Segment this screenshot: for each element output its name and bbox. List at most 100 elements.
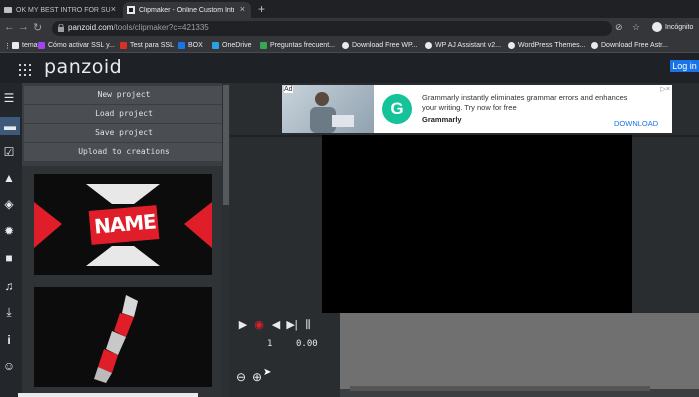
spiral-intro-preview [94, 295, 138, 383]
site-header: panzoid Log in [0, 53, 699, 83]
forward-icon[interactable]: → [18, 21, 29, 33]
bookmark-favicon-icon [212, 42, 219, 49]
bookmark-item[interactable]: Cómo activar SSL y... [38, 40, 115, 51]
step-forward-icon[interactable]: ▶| [286, 319, 298, 331]
apps-menu-icon[interactable] [19, 64, 31, 76]
music-icon[interactable]: ♫ [2, 279, 16, 293]
lock-icon [58, 24, 64, 32]
upload-creations-button[interactable]: Upload to creations [24, 143, 224, 161]
waveform-icon[interactable]: ⫼ [302, 319, 314, 331]
back-icon[interactable]: ← [4, 21, 15, 33]
folder-icon[interactable]: ▬ [0, 117, 20, 135]
tab-title: OK MY BEST INTRO FOR SURE C [16, 6, 111, 14]
bookmark-favicon-icon [591, 42, 598, 49]
time-readout: 0.00 [296, 339, 318, 349]
bookmark-label: Download Free WP... [352, 42, 418, 49]
frame-number: 1 [267, 339, 273, 349]
bookmark-item[interactable]: Download Free Astr... [591, 40, 668, 51]
load-project-button[interactable]: Load project [24, 105, 224, 123]
bookmark-item[interactable]: temas [12, 40, 41, 51]
zoom-out-icon[interactable]: ⊖ [236, 371, 249, 384]
close-tab-icon[interactable]: × [111, 4, 116, 14]
bookmarks-bar: ⋮⋮ temas Cómo activar SSL y... Test para… [0, 38, 699, 53]
menu-icon[interactable]: ☰ [2, 91, 16, 105]
tab-strip: OK MY BEST INTRO FOR SURE C × Clipmaker … [0, 0, 699, 18]
bookmark-label: Download Free Astr... [601, 42, 668, 49]
template-thumbnail[interactable]: NAME [34, 174, 212, 275]
url-field[interactable]: panzoid.com/tools/clipmaker?c=421335 [52, 21, 612, 36]
editor-area: Ad G Grammarly instantly eliminates gram… [230, 83, 699, 397]
preview-canvas[interactable] [322, 135, 632, 313]
new-project-button[interactable]: New project [24, 86, 224, 104]
bookmark-item[interactable]: WordPress Themes... [508, 40, 585, 51]
ad-brand: Grammarly [422, 115, 462, 124]
bookmark-item[interactable]: Test para SSL [120, 40, 174, 51]
bookmark-label: Cómo activar SSL y... [48, 42, 115, 49]
template-thumbnail[interactable] [34, 287, 212, 387]
bookmark-label: WP AJ Assistant v2... [435, 42, 502, 49]
new-tab-icon[interactable]: + [258, 2, 265, 16]
bookmark-favicon-icon [425, 42, 432, 49]
bookmark-item[interactable]: WP AJ Assistant v2... [425, 40, 501, 51]
volume-icon[interactable]: ◀ [270, 319, 282, 331]
bookmark-label: WordPress Themes... [518, 42, 586, 49]
cube-icon[interactable]: ◈ [2, 197, 16, 211]
playback-controls: ▶ ◉ ◀ ▶| ⫼ 1 0.00 ⊖ ⊕ ➤ [230, 313, 340, 397]
bookmark-favicon-icon [508, 42, 515, 49]
scrollbar-thumb[interactable] [223, 85, 229, 205]
bookmark-item[interactable]: Download Free WP... [342, 40, 418, 51]
bookmark-label: Preguntas frecuent... [270, 42, 335, 49]
smiley-icon[interactable]: ☺ [2, 359, 16, 373]
image-icon[interactable]: ▲ [2, 171, 16, 185]
timeline-scrollbar[interactable] [350, 386, 650, 391]
browser-window: OK MY BEST INTRO FOR SURE C × Clipmaker … [0, 0, 699, 397]
page-horizontal-scrollbar[interactable] [18, 393, 198, 397]
tab-title: Clipmaker - Online Custom Intro [139, 6, 234, 14]
play-icon[interactable]: ▶ [237, 319, 249, 331]
template-list: NAME [22, 166, 222, 397]
mouse-cursor-icon: ➤ [263, 367, 272, 378]
timeline[interactable] [340, 313, 699, 389]
grammarly-logo-icon: G [382, 94, 412, 124]
info-icon[interactable]: i [2, 333, 16, 347]
close-tab-icon[interactable]: × [240, 4, 245, 14]
bookmark-favicon-icon [342, 42, 349, 49]
reload-icon[interactable]: ↻ [33, 21, 42, 34]
bookmark-item[interactable]: OneDrive [212, 40, 252, 51]
bookmark-label: OneDrive [222, 42, 252, 49]
download-icon[interactable]: ⤓ [2, 305, 16, 319]
tab-youtube[interactable]: OK MY BEST INTRO FOR SURE C × [0, 2, 122, 18]
camera-icon[interactable]: ■ [2, 251, 16, 265]
site-logo[interactable]: panzoid [44, 56, 122, 78]
url-text: panzoid.com/tools/clipmaker?c=421335 [68, 23, 209, 32]
project-panel: New project Load project Save project Up… [22, 83, 230, 397]
ad-close-icon[interactable]: ▷× [661, 85, 670, 93]
profile-label: Incógnito [665, 23, 694, 31]
bookmark-label: BOX [188, 42, 203, 49]
panel-scrollbar[interactable] [222, 83, 230, 397]
checkbox-icon[interactable]: ☑ [2, 145, 16, 159]
bookmark-star-icon[interactable]: ☆ [632, 22, 640, 33]
visibility-eye-icon[interactable]: ◉ [253, 319, 265, 331]
bookmark-favicon-icon [120, 42, 127, 49]
ad-download-button[interactable]: DOWNLOAD [614, 119, 658, 128]
bookmark-label: Test para SSL [130, 42, 174, 49]
address-bar: ← → ↻ panzoid.com/tools/clipmaker?c=4213… [0, 18, 699, 38]
save-project-button[interactable]: Save project [24, 124, 224, 142]
panzoid-favicon-icon [127, 6, 135, 14]
incognito-eye-icon[interactable]: ⊘ [615, 22, 623, 33]
bookmark-favicon-icon [12, 42, 19, 49]
burst-icon[interactable]: ✹ [2, 224, 16, 238]
bookmark-favicon-icon [260, 42, 267, 49]
bookmark-favicon-icon [178, 42, 185, 49]
bookmark-item[interactable]: Preguntas frecuent... [260, 40, 335, 51]
tab-clipmaker[interactable]: Clipmaker - Online Custom Intro × [123, 2, 251, 18]
ad-text: Grammarly instantly eliminates grammar e… [422, 93, 628, 112]
ad-banner[interactable]: Ad G Grammarly instantly eliminates gram… [282, 85, 672, 133]
ad-person-image [310, 92, 354, 133]
bookmark-favicon-icon [38, 42, 45, 49]
login-button[interactable]: Log in [670, 60, 699, 72]
incognito-avatar-icon [652, 22, 662, 32]
profile-button[interactable]: Incógnito [652, 22, 693, 32]
bookmark-item[interactable]: BOX [178, 40, 203, 51]
